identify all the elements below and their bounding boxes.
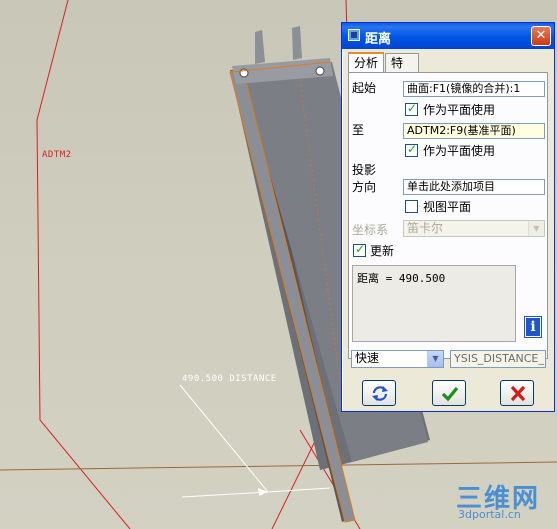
dimension-arrow <box>258 488 268 496</box>
dimension-leader <box>179 384 270 498</box>
result-area: 距离 = 490.500 <box>352 265 516 342</box>
datum-plane-edge-left <box>36 0 131 529</box>
update-label: 更新 <box>370 244 395 258</box>
tab-analysis[interactable]: 分析 <box>348 52 384 73</box>
x-icon <box>510 385 526 402</box>
dialog-title: 距离 <box>365 32 392 47</box>
projection-direction-field[interactable]: 单击此处添加项目 <box>403 179 545 195</box>
repeat-icon <box>372 386 388 401</box>
direction-label: 方向 <box>352 180 377 194</box>
analysis-name-field[interactable]: YSIS_DISTANCE_1 <box>450 350 546 368</box>
distance-annotation: 490.500 DISTANCE <box>182 374 277 384</box>
to-use-as-plane-checkbox[interactable] <box>405 142 418 157</box>
coordinate-system-value: 笛卡尔 <box>407 221 444 235</box>
info-icon[interactable]: i <box>524 316 542 338</box>
coordinate-system-label: 坐标系 <box>352 223 389 237</box>
watermark: 三维网 3dportal.cn <box>456 478 554 526</box>
coordinate-system-select[interactable]: 笛卡尔 ▼ <box>403 220 545 237</box>
beam-tab-2 <box>292 26 302 60</box>
beam-tab-1 <box>255 30 265 64</box>
view-plane-label: 视图平面 <box>423 200 472 214</box>
analysis-mode-select[interactable]: 快速 ▼ <box>351 350 444 368</box>
datum-plane-label: ADTM2 <box>42 150 72 160</box>
to-use-as-plane-label: 作为平面使用 <box>423 144 496 158</box>
chevron-down-icon: ▼ <box>427 351 443 367</box>
analysis-panel: 起始 曲面:F1(镜像的合并):1 作为平面使用 至 ADTM2:F9(基准平面… <box>348 72 548 359</box>
chevron-down-icon: ▼ <box>528 221 544 236</box>
dialog-app-icon <box>348 29 360 41</box>
watermark-url: 3dportal.cn <box>458 508 521 521</box>
dialog-title-bar[interactable]: 距离 ✕ <box>342 23 554 49</box>
tab-feature[interactable]: 特征 <box>385 53 419 89</box>
view-plane-checkbox[interactable] <box>405 200 418 213</box>
cancel-button[interactable] <box>500 380 534 406</box>
ok-button[interactable] <box>432 380 466 406</box>
to-label: 至 <box>352 123 365 137</box>
check-icon <box>441 386 459 402</box>
to-reference-field[interactable]: ADTM2:F9(基准平面) <box>403 123 545 139</box>
repeat-button[interactable] <box>362 380 396 406</box>
ground-line <box>0 461 557 471</box>
from-label: 起始 <box>352 81 377 95</box>
close-button[interactable]: ✕ <box>531 26 551 46</box>
analysis-mode-value: 快速 <box>355 351 380 365</box>
result-text: 距离 = 490.500 <box>357 272 446 285</box>
update-checkbox[interactable] <box>353 242 366 257</box>
bolt-hole-2 <box>315 66 325 76</box>
distance-dialog: 距离 ✕ 分析 特征 起始 曲面:F1(镜像的合并):1 作为平面使用 至 AD… <box>341 22 555 412</box>
projection-label: 投影 <box>352 163 377 177</box>
from-reference-field[interactable]: 曲面:F1(镜像的合并):1 <box>403 81 545 97</box>
dimension-line <box>267 487 331 493</box>
from-use-as-plane-checkbox[interactable] <box>405 101 418 116</box>
from-use-as-plane-label: 作为平面使用 <box>423 103 496 117</box>
